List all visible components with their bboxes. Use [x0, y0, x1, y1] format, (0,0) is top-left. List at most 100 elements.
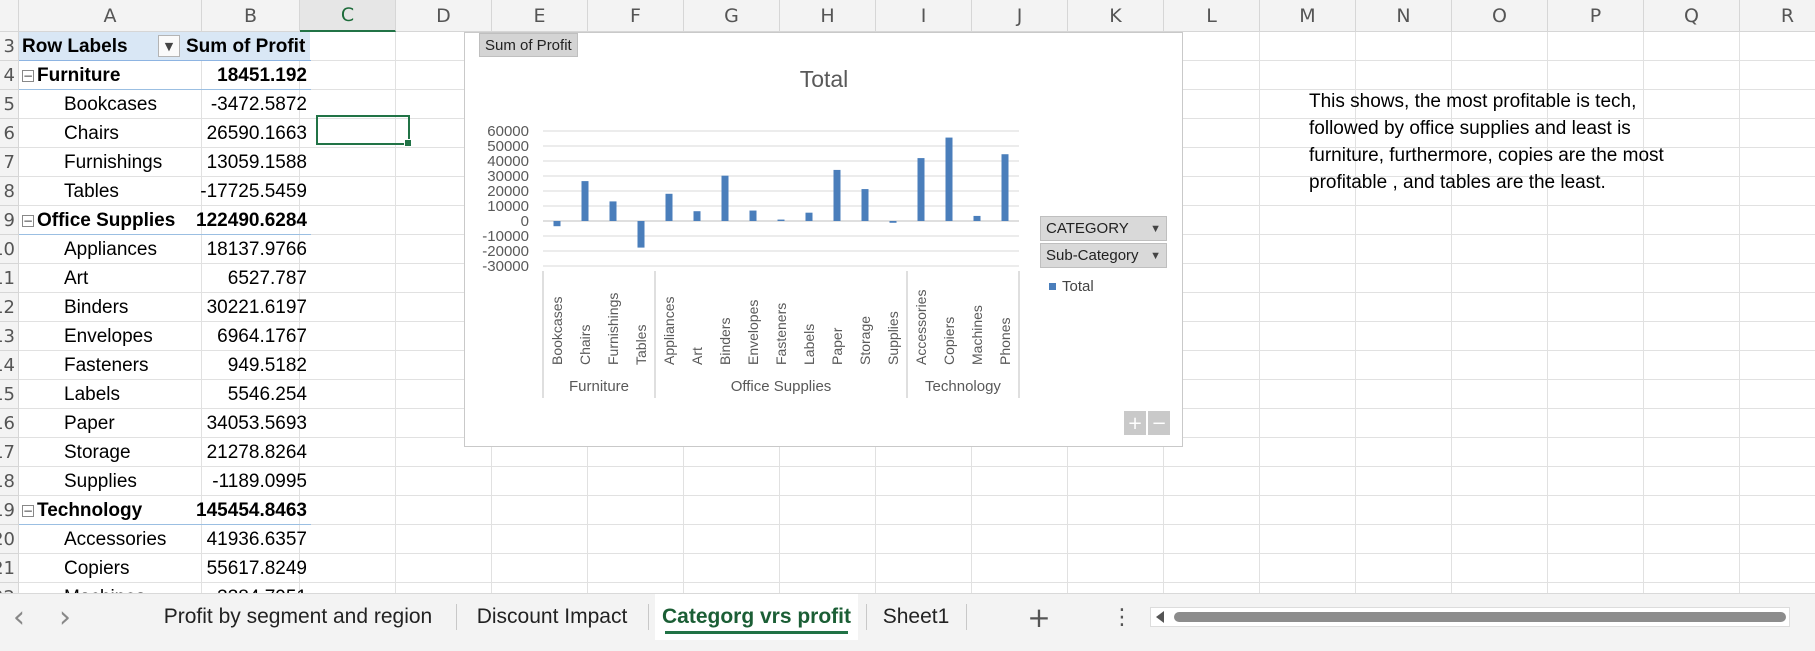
pivot-subcategory-value: 55617.8249 [206, 557, 307, 579]
column-header-g[interactable]: G [684, 0, 780, 32]
y-tick-label: -30000 [482, 258, 529, 275]
collapse-icon[interactable]: − [22, 504, 34, 517]
row-header-22[interactable]: 22 [0, 583, 19, 593]
column-header-d[interactable]: D [396, 0, 492, 32]
column-header-p[interactable]: P [1548, 0, 1644, 32]
row-labels-filter-dropdown-icon[interactable]: ▼ [158, 35, 180, 57]
row-header-3[interactable]: 3 [0, 32, 19, 61]
legend-filter-sub-category[interactable]: Sub-Category ▼ [1040, 243, 1167, 268]
row-header-4[interactable]: 4 [0, 61, 19, 90]
pivot-subcategory-value: 6964.1767 [217, 325, 307, 347]
x-category-label: Furnishings [605, 293, 621, 365]
chart-bar-chairs [581, 181, 589, 221]
row-header-5[interactable]: 5 [0, 90, 19, 119]
pivot-subcategory-value: -3472.5872 [210, 93, 307, 115]
row-header-16[interactable]: 16 [0, 409, 19, 438]
legend-filter-category[interactable]: CATEGORY ▼ [1040, 216, 1167, 241]
scrollbar-thumb[interactable] [1174, 612, 1786, 622]
row-header-14[interactable]: 14 [0, 351, 19, 380]
pivot-subcategory-binders[interactable]: Binders [19, 293, 183, 322]
scroll-left-arrow-icon[interactable] [1156, 611, 1164, 623]
pivot-subcategory-copiers[interactable]: Copiers [19, 554, 183, 583]
tab-profit-by-segment-and-region[interactable]: Profit by segment and region [150, 594, 446, 640]
pivot-subcategory-bookcases[interactable]: Bookcases [19, 90, 183, 119]
pivot-subcategory-fasteners[interactable]: Fasteners [19, 351, 183, 380]
pivot-category-office-supplies[interactable]: − Office Supplies [22, 206, 202, 235]
column-header-o[interactable]: O [1452, 0, 1548, 32]
pivot-subcategory-value: 41936.6357 [206, 528, 307, 550]
pivot-subcategory-tables[interactable]: Tables [19, 177, 183, 206]
next-sheet-icon[interactable]: › [54, 600, 76, 635]
row-header-21[interactable]: 21 [0, 554, 19, 583]
column-header-n[interactable]: N [1356, 0, 1452, 32]
row-header-19[interactable]: 19 [0, 496, 19, 525]
pivot-subcategory-chairs[interactable]: Chairs [19, 119, 183, 148]
row-header-7[interactable]: 7 [0, 148, 19, 177]
column-header-l[interactable]: L [1164, 0, 1260, 32]
select-all-corner[interactable] [0, 0, 19, 32]
column-header-e[interactable]: E [492, 0, 588, 32]
row-header-18[interactable]: 18 [0, 467, 19, 496]
pivot-chart[interactable]: Sum of Profit Total 60000 50000 40000 30000 2… [464, 32, 1183, 447]
pivot-subcategory-paper[interactable]: Paper [19, 409, 183, 438]
pivot-subcategory-machines[interactable]: Machines [19, 583, 183, 594]
x-category-label: Machines [969, 305, 985, 365]
row-header-6[interactable]: 6 [0, 119, 19, 148]
pivot-subcategory-value: 21278.8264 [206, 441, 307, 463]
x-category-label: Chairs [577, 325, 593, 365]
horizontal-scrollbar[interactable] [1150, 607, 1790, 627]
column-header-r[interactable]: R [1740, 0, 1815, 32]
column-header-j[interactable]: J [972, 0, 1068, 32]
x-category-label: Paper [829, 327, 845, 365]
pivot-category-furniture[interactable]: − Furniture [22, 61, 202, 90]
x-category-label: Labels [801, 324, 817, 365]
tab-categorg-vrs-profit[interactable]: Categorg vrs profit [655, 594, 858, 640]
chart-collapse-button[interactable]: − [1148, 411, 1170, 435]
chart-bar-copiers [945, 137, 953, 221]
collapse-icon[interactable]: − [22, 69, 34, 82]
column-header-i[interactable]: I [876, 0, 972, 32]
prev-sheet-icon[interactable]: ‹ [8, 600, 30, 635]
pivot-subcategory-accessories[interactable]: Accessories [19, 525, 183, 554]
row-header-10[interactable]: 10 [0, 235, 19, 264]
row-header-13[interactable]: 13 [0, 322, 19, 351]
pivot-subcategory-art[interactable]: Art [19, 264, 183, 293]
row-header-11[interactable]: 11 [0, 264, 19, 293]
x-category-label: Envelopes [745, 300, 761, 365]
pivot-subcategory-envelopes[interactable]: Envelopes [19, 322, 183, 351]
x-category-label: Fasteners [773, 303, 789, 365]
chart-expand-button[interactable]: + [1124, 411, 1146, 435]
pivot-subcategory-furnishings[interactable]: Furnishings [19, 148, 183, 177]
column-header-h[interactable]: H [780, 0, 876, 32]
row-header-9[interactable]: 9 [0, 206, 19, 235]
row-header-17[interactable]: 17 [0, 438, 19, 467]
pivot-subcategory-supplies[interactable]: Supplies [19, 467, 183, 496]
tab-sheet1[interactable]: Sheet1 [874, 594, 958, 640]
pivot-subcategory-appliances[interactable]: Appliances [19, 235, 183, 264]
chart-bar-appliances [665, 193, 673, 221]
pivot-subcategory-labels[interactable]: Labels [19, 380, 183, 409]
collapse-icon[interactable]: − [22, 214, 34, 227]
x-group-label: Technology [925, 378, 1001, 395]
column-header-k[interactable]: K [1068, 0, 1164, 32]
spreadsheet-grid[interactable]: ABCDEFGHIJKLMNOPQR 345678910111213141516… [0, 0, 1815, 593]
chart-title: Total [800, 66, 849, 92]
tab-discount-impact[interactable]: Discount Impact [466, 594, 638, 640]
row-header-12[interactable]: 12 [0, 293, 19, 322]
row-header-20[interactable]: 20 [0, 525, 19, 554]
row-header-15[interactable]: 15 [0, 380, 19, 409]
pivot-category-technology[interactable]: − Technology [22, 496, 202, 525]
row-header-8[interactable]: 8 [0, 177, 19, 206]
pivot-subcategory-value: 26590.1663 [206, 122, 307, 144]
pivot-subcategory-storage[interactable]: Storage [19, 438, 183, 467]
column-header-b[interactable]: B [202, 0, 300, 32]
column-header-q[interactable]: Q [1644, 0, 1740, 32]
column-header-f[interactable]: F [588, 0, 684, 32]
column-header-c[interactable]: C [300, 0, 396, 32]
more-options-icon[interactable]: ⋮ [1110, 600, 1134, 634]
add-sheet-button[interactable]: + [1024, 600, 1054, 634]
chart-bar-bookcases [553, 221, 561, 227]
column-header-m[interactable]: M [1260, 0, 1356, 32]
column-header-a[interactable]: A [19, 0, 202, 32]
selected-cell-c6[interactable] [316, 115, 412, 147]
